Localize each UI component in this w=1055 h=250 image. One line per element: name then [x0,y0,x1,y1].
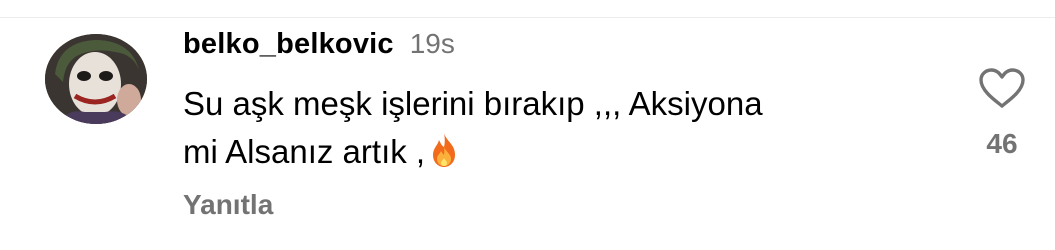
comment-header: belko_belkovic 19s [183,28,923,66]
top-divider [0,17,1055,18]
like-area: 46 [972,66,1032,160]
avatar[interactable] [45,34,147,124]
comment-text-line-2: mi Alsanız artık , [183,133,426,170]
like-count: 46 [986,128,1018,159]
reply-button[interactable]: Yanıtla [183,189,273,221]
heart-outline-icon[interactable] [977,66,1027,110]
comment-text-line-1: Su aşk meşk işlerini bırakıp ,,, Aksiyon… [183,85,763,122]
username[interactable]: belko_belkovic [183,28,394,61]
avatar-image [45,34,147,124]
comment-body: belko_belkovic 19s Su aşk meşk işlerini … [183,28,923,182]
fire-icon [427,131,461,182]
comment-text: Su aşk meşk işlerini bırakıp ,,, Aksiyon… [183,80,903,182]
timestamp: 19s [409,28,455,59]
